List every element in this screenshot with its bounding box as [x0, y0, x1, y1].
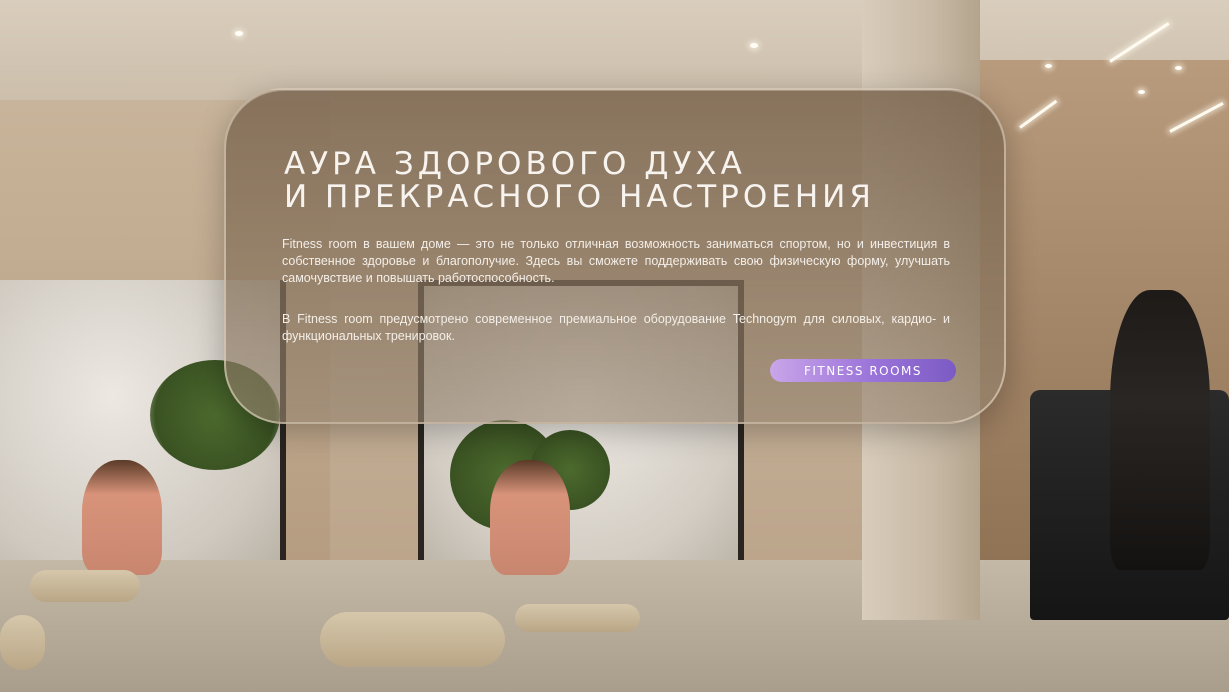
ceiling-light [750, 43, 758, 48]
card-title: АУРА ЗДОРОВОГО ДУХА И ПРЕКРАСНОГО НАСТРО… [284, 148, 964, 214]
yoga-bolster [515, 604, 640, 632]
yoga-bolster [320, 612, 505, 667]
info-card: АУРА ЗДОРОВОГО ДУХА И ПРЕКРАСНОГО НАСТРО… [224, 88, 1006, 424]
card-paragraph-intro: Fitness room в вашем доме — это не тольк… [282, 237, 950, 285]
yoga-person [490, 460, 570, 575]
fitness-room-slide: АУРА ЗДОРОВОГО ДУХА И ПРЕКРАСНОГО НАСТРО… [0, 0, 1229, 692]
card-title-line2: И ПРЕКРАСНОГО НАСТРОЕНИЯ [284, 179, 875, 215]
fitness-rooms-button[interactable]: FITNESS ROOMS [770, 359, 956, 382]
ceiling-light [235, 31, 243, 36]
running-person [1110, 290, 1210, 570]
ceiling-light [1175, 66, 1182, 70]
card-title-line1: АУРА ЗДОРОВОГО ДУХА [284, 146, 746, 182]
card-paragraph-equipment: В Fitness room предусмотрено современное… [282, 312, 950, 343]
yoga-bolster [0, 615, 45, 670]
yoga-bolster [30, 570, 140, 602]
ceiling-light [1138, 90, 1145, 94]
yoga-person [82, 460, 162, 575]
ceiling-light [1045, 64, 1052, 68]
